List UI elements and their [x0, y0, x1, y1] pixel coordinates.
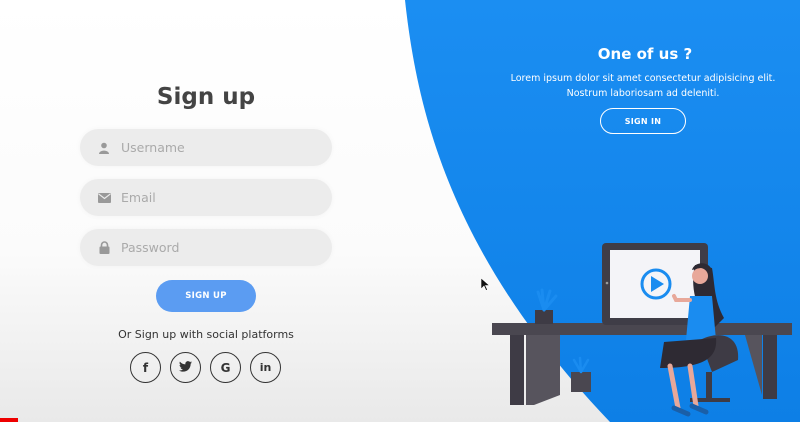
signup-title: Sign up — [156, 84, 256, 110]
facebook-button[interactable]: f — [130, 352, 161, 383]
desk-illustration — [492, 243, 792, 417]
panel-description: Lorem ipsum dolor sit amet consectetur a… — [495, 72, 791, 101]
user-icon — [97, 141, 111, 155]
linkedin-icon: in — [259, 361, 272, 374]
google-button[interactable]: G — [210, 352, 241, 383]
signin-button[interactable]: SIGN IN — [600, 108, 686, 134]
lock-icon — [97, 241, 111, 255]
panel-description-line1: Lorem ipsum dolor sit amet consectetur a… — [510, 73, 776, 84]
panel-description-line2: Nostrum laboriosam ad deleniti. — [566, 87, 720, 99]
linkedin-button[interactable]: in — [250, 352, 281, 383]
twitter-icon — [179, 360, 192, 375]
email-field[interactable]: Email — [80, 179, 332, 216]
password-field[interactable]: Password — [80, 229, 332, 266]
video-progress-bar[interactable] — [0, 418, 18, 422]
panel-title: One of us ? — [597, 45, 693, 63]
facebook-icon: f — [142, 360, 149, 375]
email-placeholder: Email — [121, 190, 156, 205]
google-icon: G — [220, 360, 231, 375]
social-signup-text: Or Sign up with social platforms — [118, 328, 294, 341]
mouse-cursor-icon — [481, 278, 490, 291]
username-placeholder: Username — [121, 140, 185, 155]
envelope-icon — [97, 191, 111, 205]
username-field[interactable]: Username — [80, 129, 332, 166]
password-placeholder: Password — [121, 240, 180, 255]
signup-button[interactable]: SIGN UP — [156, 280, 256, 312]
twitter-button[interactable] — [170, 352, 201, 383]
